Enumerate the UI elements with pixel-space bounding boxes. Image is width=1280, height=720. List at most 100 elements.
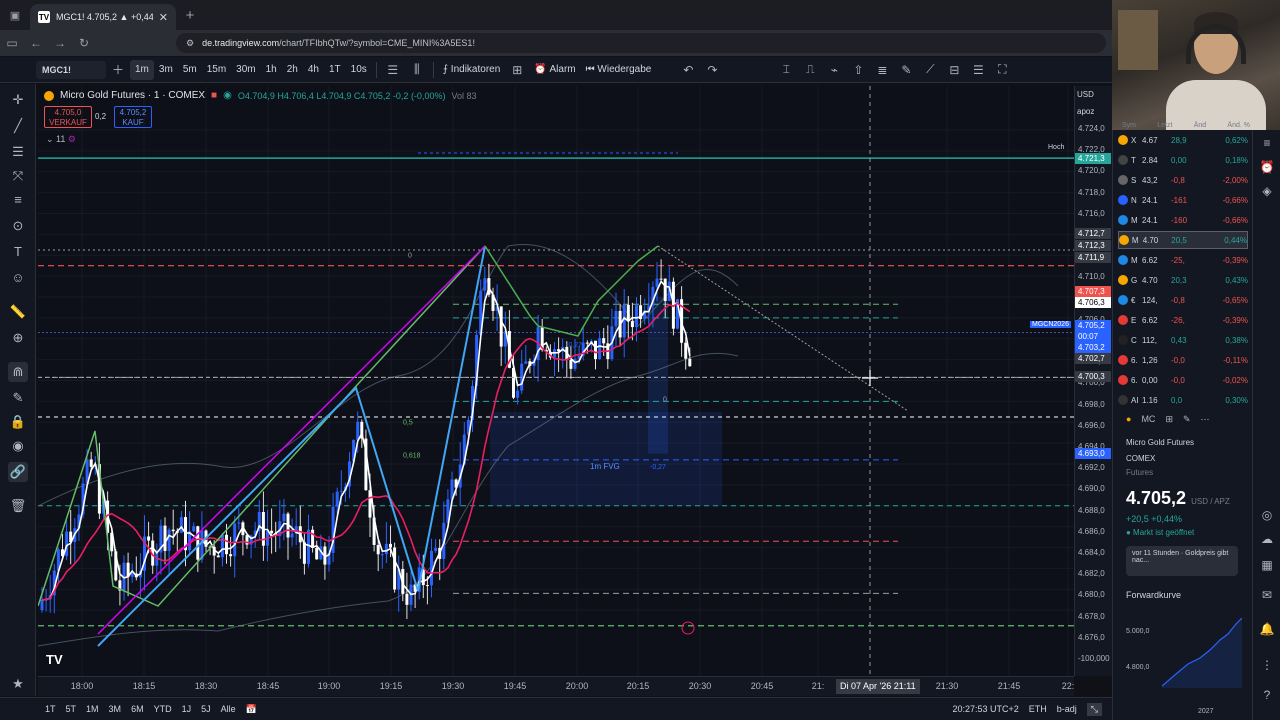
tab-actions-icon[interactable]: ▭ xyxy=(0,36,24,50)
more-icon[interactable]: ⋯ xyxy=(1201,414,1210,425)
ruler-icon[interactable]: 📏 xyxy=(8,302,28,322)
watchlist-row[interactable]: C 112, 0,43 0,38% xyxy=(1118,331,1248,349)
arrow-up-icon[interactable]: ⇧ xyxy=(846,63,870,77)
crosshair-icon[interactable]: ✛ xyxy=(8,90,28,110)
range-1t[interactable]: 1T xyxy=(40,704,61,714)
redo-icon[interactable]: ↷ xyxy=(700,63,724,77)
range-5j[interactable]: 5J xyxy=(196,704,216,714)
horizontal-lines-icon[interactable]: ☰ xyxy=(8,142,28,162)
bar-style-icon[interactable]: ☰ xyxy=(381,63,405,77)
sell-button[interactable]: 4.705,0 VERKAUF xyxy=(44,106,92,128)
watchlist-row[interactable]: AI 1.16 0,0 0,30% xyxy=(1118,391,1248,409)
help-icon[interactable]: ? xyxy=(1258,686,1276,704)
back-icon[interactable]: ← xyxy=(24,36,48,50)
watchlist-row[interactable]: N 24.1 -161 -0,66% xyxy=(1118,191,1248,209)
cursor-tool-icon[interactable]: ⌶ xyxy=(774,62,798,77)
object-tree-icon[interactable]: ★ xyxy=(8,674,28,694)
watchlist-row[interactable]: €124, -0,8 -0,65% xyxy=(1118,291,1248,309)
range-3m[interactable]: 3M xyxy=(104,704,127,714)
replay-button[interactable]: ⏮ Wiedergabe xyxy=(581,60,657,80)
templates-icon[interactable]: ⊞ xyxy=(505,63,529,77)
chart-canvas[interactable]: 1m FVG 0,5 0,618 -0,27 -0,27 0 0 xyxy=(38,86,1074,676)
reload-icon[interactable]: ↻ xyxy=(72,36,96,50)
range-ytd[interactable]: YTD xyxy=(149,704,177,714)
range-5t[interactable]: 5T xyxy=(61,704,82,714)
notifications-icon[interactable]: 🔔 xyxy=(1258,620,1276,638)
news-icon[interactable]: ✉ xyxy=(1258,586,1276,604)
watchlist-row[interactable]: E 6.62 -26, -0,39% xyxy=(1118,311,1248,329)
long-position-icon[interactable]: ⎍ xyxy=(798,62,822,77)
grid-icon[interactable]: ⊞ xyxy=(1165,414,1173,425)
interval-4h[interactable]: 4h xyxy=(303,60,324,80)
calendar-icon[interactable]: 📅 xyxy=(241,704,262,715)
window-menu-icon[interactable]: ▣ xyxy=(0,0,30,30)
new-tab-icon[interactable]: + xyxy=(176,7,204,24)
apps-icon[interactable]: ⋮ xyxy=(1258,656,1276,674)
url-field[interactable]: ⚙ de.tradingview.com/chart/TFIbhQTw/?sym… xyxy=(176,33,1106,53)
emoji-icon[interactable]: ☺ xyxy=(8,268,28,288)
lock-draw-icon[interactable]: ✎ xyxy=(8,388,28,408)
session-toggle[interactable]: ETH xyxy=(1029,704,1047,714)
detail-name[interactable]: Micro Gold Futures xyxy=(1126,438,1194,447)
interval-1t[interactable]: 1T xyxy=(324,60,346,80)
news-item[interactable]: vor 11 Stunden · Goldpreis gibt nac... xyxy=(1126,546,1238,576)
add-symbol-icon[interactable]: ＋ xyxy=(106,61,130,78)
settings-lines-icon[interactable]: ☰ xyxy=(966,63,990,77)
close-tab-icon[interactable]: ✕ xyxy=(159,11,168,24)
buy-button[interactable]: 4.705,2 KAUF xyxy=(114,106,152,128)
price-chart[interactable]: 1m FVG 0,5 0,618 -0,27 -0,27 0 0 Micro Gold Fu… xyxy=(38,86,1074,676)
interval-5m[interactable]: 5m xyxy=(178,60,202,80)
zoom-icon[interactable]: ⊕ xyxy=(8,328,28,348)
interval-15m[interactable]: 15m xyxy=(202,60,231,80)
legend-title[interactable]: Micro Gold Futures · 1 · COMEX xyxy=(60,90,205,101)
browser-tab[interactable]: TV MGC1! 4.705,2 ▲ +0,44% Nicht ✕ xyxy=(30,4,176,30)
clock[interactable]: 20:27:53 UTC+2 xyxy=(952,704,1018,714)
forward-icon[interactable]: → xyxy=(48,36,72,50)
indicator-count[interactable]: ⌄ 11 ⚙ xyxy=(46,134,76,145)
undo-icon[interactable]: ↶ xyxy=(676,63,700,77)
fullscreen-icon[interactable]: ⛶ xyxy=(990,62,1014,77)
watchlist-row[interactable]: M 24.1 -160 -0,66% xyxy=(1118,211,1248,229)
watchlist-row[interactable]: M 4.70 20,5 0,44% xyxy=(1118,231,1248,249)
calendar-side-icon[interactable]: ▦ xyxy=(1258,556,1276,574)
range-all[interactable]: Alle xyxy=(216,704,241,714)
interval-2h[interactable]: 2h xyxy=(282,60,303,80)
candle-style-icon[interactable]: ⫼ xyxy=(405,62,429,77)
fib-icon[interactable]: ≡ xyxy=(8,190,28,210)
forward-curve-label[interactable]: Forwardkurve xyxy=(1126,590,1181,600)
interval-3m[interactable]: 3m xyxy=(154,60,178,80)
currency-label[interactable]: USD xyxy=(1077,90,1094,99)
layers-side-icon[interactable]: ◈ xyxy=(1258,182,1276,200)
brush-icon[interactable]: ⊙ xyxy=(8,216,28,236)
watchlist-row[interactable]: 6. 0,00 -0,0 -0,02% xyxy=(1118,371,1248,389)
price-scale[interactable]: USD apoz 4.724,0 4.722,0 4.720,0 4.718,0 4.7… xyxy=(1074,86,1112,676)
trash-icon[interactable]: 🗑 xyxy=(8,496,28,516)
pattern-tool-icon[interactable]: ⤧ xyxy=(8,166,28,186)
layout-icon[interactable]: ⊟ xyxy=(942,63,966,77)
line-tool-icon[interactable]: ⟋ xyxy=(918,62,942,77)
lock-icon[interactable]: 🔒 xyxy=(8,412,28,432)
flag-icon[interactable]: ■ xyxy=(211,90,217,101)
indicators-button[interactable]: ⨍ Indikatoren xyxy=(438,60,505,80)
watchlist-row[interactable]: G 4.70 20,3 0,43% xyxy=(1118,271,1248,289)
pattern-icon[interactable]: ⌁ xyxy=(822,63,846,77)
alert-button[interactable]: ⏰ Alarm xyxy=(529,60,580,80)
interval-1h[interactable]: 1h xyxy=(261,60,282,80)
watchlist-row[interactable]: X 4.67 28,9 0,62% xyxy=(1118,131,1248,149)
hide-drawings-icon[interactable]: ◉ xyxy=(8,436,28,456)
interval-30m[interactable]: 30m xyxy=(231,60,260,80)
watchlist-row[interactable]: 6. 1,26 -0,0 -0,11% xyxy=(1118,351,1248,369)
time-scale[interactable]: Di 07 Apr '26 21:11 18:00 18:15 18:30 18:45… xyxy=(38,676,1074,696)
range-6m[interactable]: 6M xyxy=(126,704,149,714)
unit-label[interactable]: apoz xyxy=(1077,107,1094,116)
adjust-toggle[interactable]: b-adj xyxy=(1057,704,1077,714)
trendline-icon[interactable]: ╱ xyxy=(8,116,28,136)
magnet-icon[interactable]: ⋒ xyxy=(8,362,28,382)
range-1m[interactable]: 1M xyxy=(81,704,104,714)
eye-icon[interactable]: ◉ xyxy=(223,90,232,101)
interval-10s[interactable]: 10s xyxy=(346,60,372,80)
watchlist-row[interactable]: S 43,2 -0,8 -2,00% xyxy=(1118,171,1248,189)
watchlist-row[interactable]: T 2.84 0,00 0,18% xyxy=(1118,151,1248,169)
symbol-search[interactable]: MGC1! xyxy=(36,60,106,79)
watchlist-row[interactable]: M 6.62 -25, -0,39% xyxy=(1118,251,1248,269)
